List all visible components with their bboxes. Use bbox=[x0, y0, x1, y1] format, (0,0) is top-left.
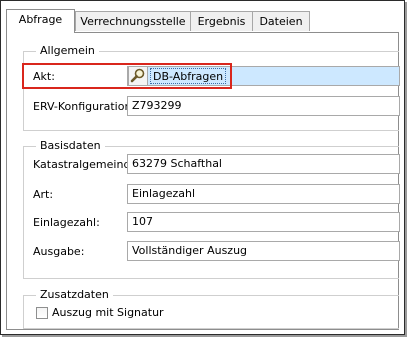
signatur-checkbox[interactable] bbox=[36, 307, 48, 319]
tab-abfrage[interactable]: Abfrage bbox=[6, 9, 75, 33]
signatur-label[interactable]: Auszug mit Signatur bbox=[52, 306, 164, 320]
art-label: Art: bbox=[33, 188, 54, 201]
erv-label: ERV-Konfiguration: bbox=[33, 100, 136, 113]
erv-field[interactable]: Z793299 bbox=[127, 96, 400, 116]
tab-ergebnis[interactable]: Ergebnis bbox=[190, 11, 253, 31]
group-title-allgemein: Allgemein bbox=[36, 44, 99, 58]
kg-field[interactable]: 63279 Schafthal bbox=[127, 154, 400, 174]
ausgabe-label: Ausgabe: bbox=[33, 245, 85, 258]
ez-label: Einlagezahl: bbox=[33, 216, 100, 229]
group-title-zusatzdaten: Zusatzdaten bbox=[36, 288, 113, 302]
tab-verrechnungsstelle[interactable]: Verrechnungsstelle bbox=[75, 11, 191, 31]
ausgabe-field[interactable]: Vollständiger Auszug bbox=[127, 241, 400, 261]
kg-label: Katastralgemeinde: bbox=[33, 158, 141, 171]
tab-panel-abfrage: Allgemein Akt: DB-Abfragen ERV-Konfigura… bbox=[6, 32, 400, 330]
tab-dateien[interactable]: Dateien bbox=[252, 11, 310, 31]
ez-field[interactable]: 107 bbox=[127, 212, 400, 232]
group-title-basisdaten: Basisdaten bbox=[36, 139, 105, 153]
art-field[interactable]: Einlagezahl bbox=[127, 184, 400, 204]
highlight-box bbox=[22, 63, 232, 89]
